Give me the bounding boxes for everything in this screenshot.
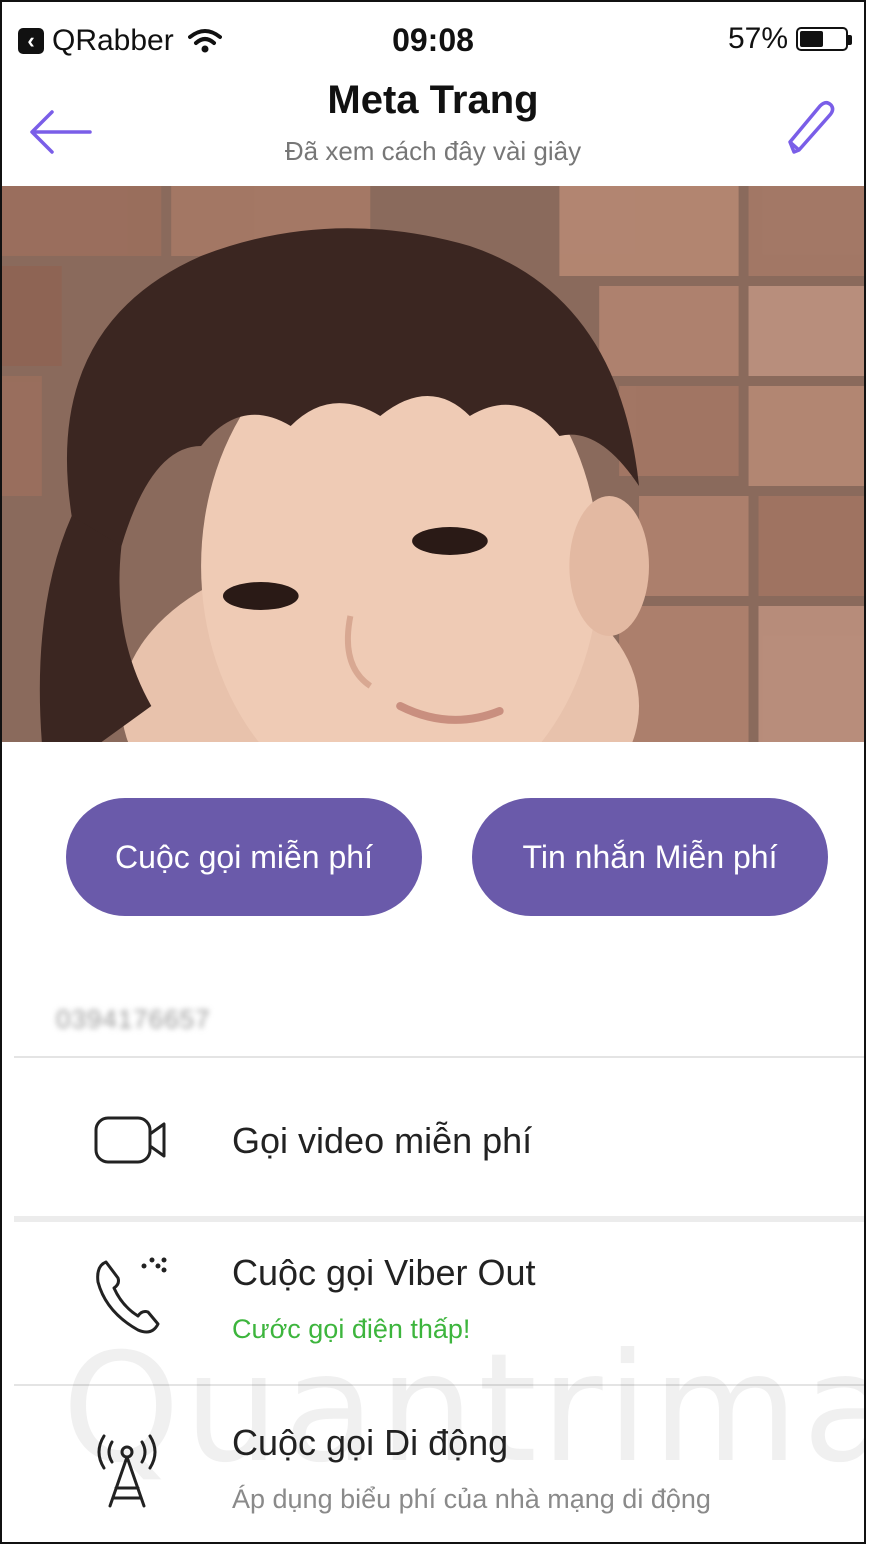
phone-out-icon [96,1257,167,1334]
cell-tower-icon [97,1434,157,1508]
phone-number[interactable]: 0394176657 [56,1004,211,1035]
mobile-call-label: Cuộc gọi Di động [232,1422,509,1463]
last-seen: Đã xem cách đây vài giây [284,136,582,166]
contact-name: Meta Trang [327,78,539,122]
header: Meta Trang Đã xem cách đây vài giây [2,74,864,184]
battery-icon [796,27,852,51]
status-bar: ‹ QRabber 09:08 57% [2,2,864,74]
mobile-call-sublabel: Áp dụng biểu phí của nhà mạng di động [232,1484,711,1514]
video-call-option[interactable]: Gọi video miễn phí [2,1060,864,1216]
mobile-call-option[interactable]: Cuộc gọi Di động Áp dụng biểu phí của nh… [2,1386,864,1542]
battery-percent: 57% [727,22,788,55]
edit-pencil-icon[interactable] [782,96,838,160]
video-camera-icon [94,1116,166,1164]
viber-out-label: Cuộc gọi Viber Out [232,1252,536,1293]
viber-out-sublabel: Cước gọi điện thấp! [232,1314,471,1344]
viber-out-option[interactable]: Cuộc gọi Viber Out Cước gọi điện thấp! [2,1222,864,1378]
free-message-button[interactable]: Tin nhắn Miễn phí [472,798,828,916]
action-buttons: Cuộc gọi miễn phí Tin nhắn Miễn phí [2,798,864,918]
video-call-label: Gọi video miễn phí [232,1120,533,1161]
contact-screen: ‹ QRabber 09:08 57% Meta Trang Đã xem cá… [0,0,866,1544]
free-call-button[interactable]: Cuộc gọi miễn phí [66,798,422,916]
profile-photo [2,186,864,742]
battery-indicator: 57% [727,22,852,56]
divider [14,1056,864,1058]
